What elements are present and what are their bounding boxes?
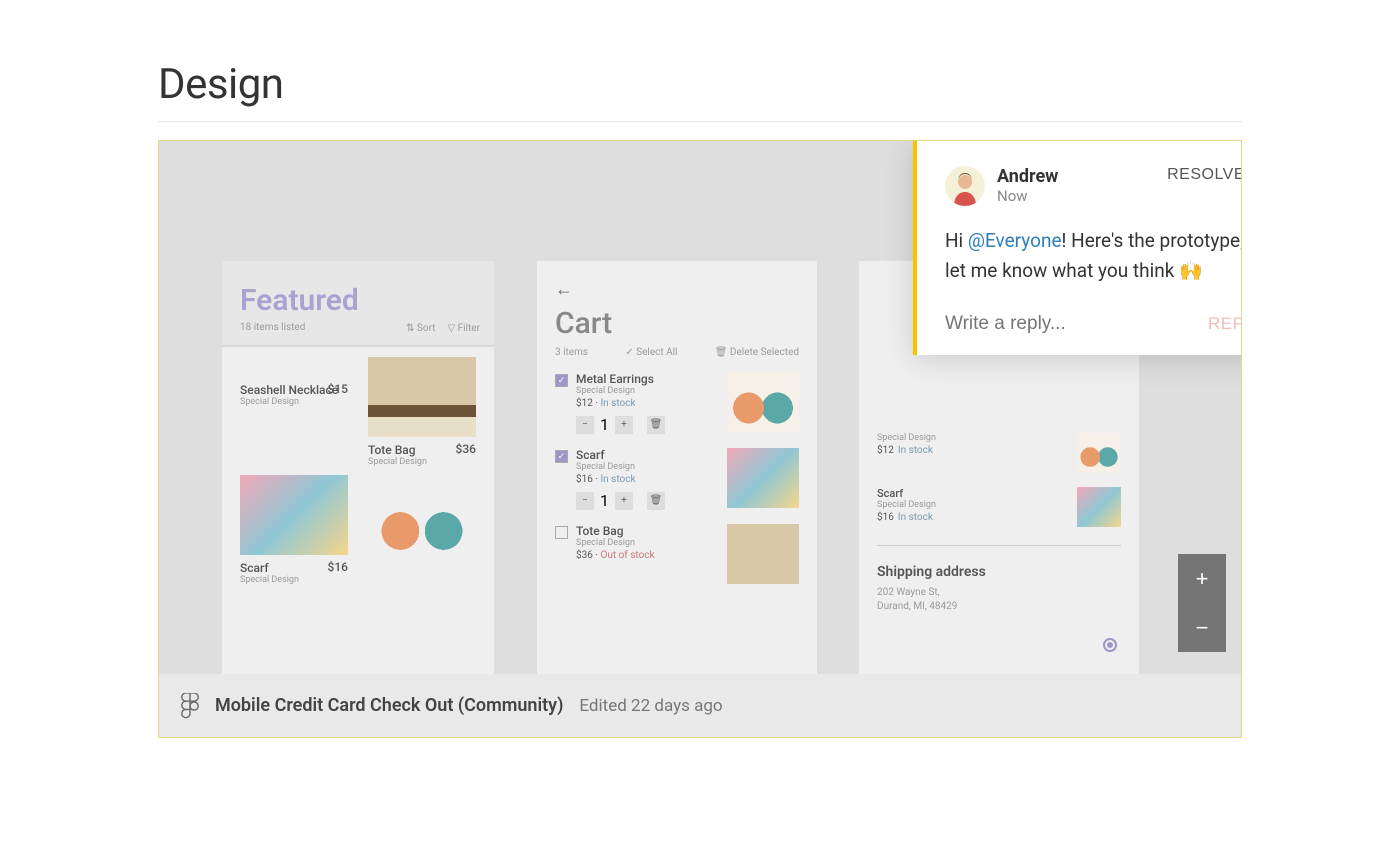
figma-file-edited: Edited 22 days ago (579, 696, 722, 716)
summary-item: Scarf Special Design $16 In stock (877, 487, 1121, 527)
product-item (368, 475, 476, 585)
summary-name: Scarf (877, 487, 936, 500)
product-sub: Special Design (240, 575, 348, 585)
shipping-address: 202 Wayne St, Durand, MI, 48429 (877, 586, 1121, 614)
summary-sub: Special Design (877, 433, 936, 443)
product-item: Tote Bag $36 Special Design (368, 357, 476, 467)
checkbox-icon: ✓ (555, 450, 568, 463)
cart-delete-selected: 🗑 Delete Selected (715, 347, 799, 358)
zoom-controls: + − (1178, 554, 1226, 652)
summary-item: Special Design $12 In stock (877, 433, 1121, 473)
checkbox-icon: ✓ (555, 374, 568, 387)
mockup-screen-cart: ← Cart 3 items ✓ Select All 🗑 Delete Sel… (537, 261, 817, 674)
cart-item-sub: Special Design (576, 462, 719, 472)
cart-item-sub: Special Design (576, 386, 719, 396)
title-divider (158, 121, 1242, 122)
cart-row: ✓ Metal Earrings Special Design $12 · In… (555, 372, 799, 434)
cart-row: Tote Bag Special Design $36 · Out of sto… (555, 524, 799, 584)
summary-price: $16 (877, 512, 894, 523)
product-item: Seashell Necklace $15 Special Design (240, 357, 348, 467)
cart-title: Cart (555, 306, 799, 341)
mention[interactable]: @Everyone (968, 229, 1062, 252)
product-price: $36 (456, 442, 476, 456)
cart-item-price: $12 (576, 398, 593, 409)
cart-item-price: $16 (576, 474, 593, 485)
product-item: Scarf $16 Special Design (240, 475, 348, 585)
comment-body: Hi @Everyone! Here's the prototype, let … (945, 226, 1242, 287)
product-name: Seashell Necklace (240, 383, 348, 397)
stock-status: In stock (600, 474, 635, 485)
cart-select-all: ✓ Select All (625, 347, 677, 358)
cart-item-count: 3 items (555, 347, 588, 358)
reply-input[interactable] (945, 313, 1196, 335)
comment-timestamp: Now (997, 187, 1058, 205)
figma-logo-icon (181, 693, 199, 719)
cart-item-name: Metal Earrings (576, 372, 719, 386)
sort-label: ⇅ Sort (406, 323, 435, 334)
reply-button[interactable]: REPLY (1208, 314, 1242, 334)
summary-price: $12 (877, 445, 894, 456)
product-image (368, 357, 476, 437)
stock-status: In stock (600, 398, 635, 409)
avatar (945, 166, 985, 206)
featured-title: Featured (240, 283, 476, 318)
filter-label: ▽ Filter (447, 323, 480, 334)
featured-actions: ⇅ Sort ▽ Filter (406, 323, 480, 334)
summary-sub: Special Design (877, 500, 936, 510)
stock-status: Out of stock (600, 550, 654, 561)
featured-header: Featured 18 items listed ⇅ Sort ▽ Filter (222, 261, 494, 347)
cart-item-name: Tote Bag (576, 524, 719, 538)
zoom-in-button[interactable]: + (1178, 554, 1226, 603)
comment-popover: Andrew Now RESOLVE Hi @Everyone! Here's … (913, 140, 1242, 355)
mockup-screen-featured: Featured 18 items listed ⇅ Sort ▽ Filter… (222, 261, 494, 674)
cart-item-sub: Special Design (576, 538, 719, 548)
stock-status: In stock (898, 512, 933, 523)
figma-file-name[interactable]: Mobile Credit Card Check Out (Community) (215, 695, 563, 716)
shipping-title: Shipping address (877, 564, 1121, 580)
product-image (368, 475, 476, 555)
figma-embed-frame: Figma Featured 18 items listed ⇅ Sort ▽ … (158, 140, 1242, 738)
resolve-button[interactable]: RESOLVE (1167, 166, 1242, 184)
product-image (240, 475, 348, 555)
stock-status: In stock (898, 445, 933, 456)
comment-author: Andrew (997, 166, 1058, 187)
product-sub: Special Design (368, 457, 476, 467)
cart-item-price: $36 (576, 550, 593, 561)
figma-footer-bar: Mobile Credit Card Check Out (Community)… (159, 674, 1241, 737)
cart-thumb (727, 524, 799, 584)
cart-row: ✓ Scarf Special Design $16 · In stock −1… (555, 448, 799, 510)
back-arrow-icon: ← (555, 279, 799, 300)
zoom-out-button[interactable]: − (1178, 603, 1226, 652)
page-title: Design (158, 60, 1242, 109)
product-price: $16 (328, 560, 348, 574)
cart-item-name: Scarf (576, 448, 719, 462)
product-sub: Special Design (240, 397, 348, 407)
cart-thumb (727, 448, 799, 508)
radio-selected-icon (1103, 638, 1117, 652)
cart-thumb (727, 372, 799, 432)
checkbox-icon (555, 526, 568, 539)
